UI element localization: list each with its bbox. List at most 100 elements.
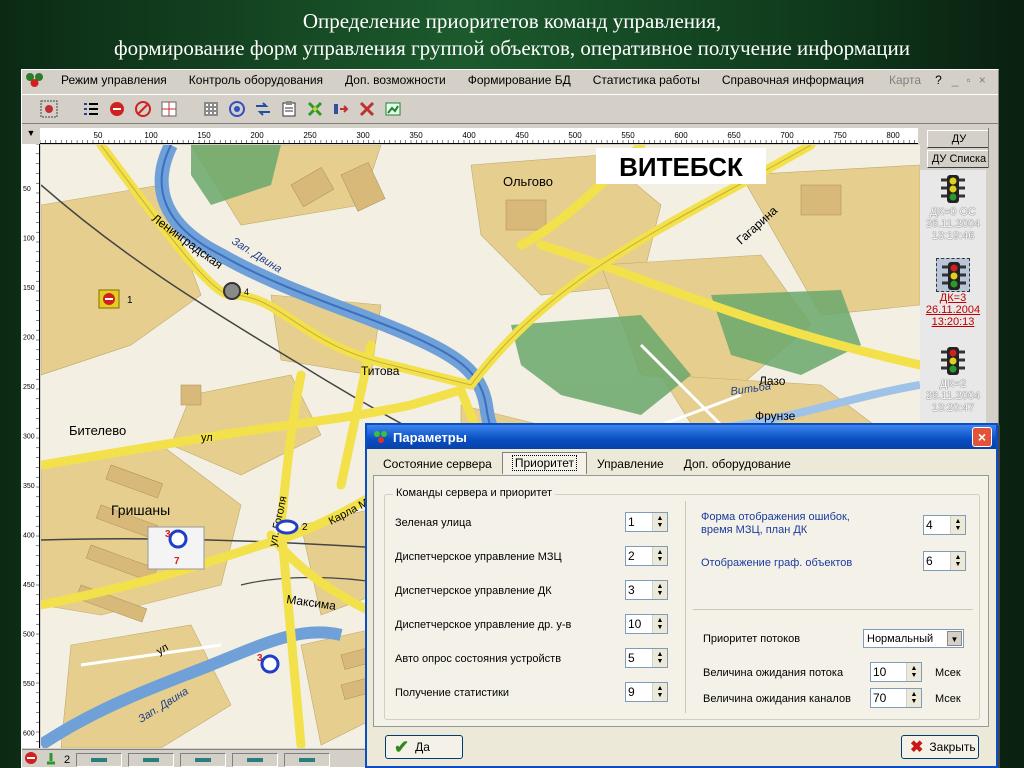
ok-button-label: Да xyxy=(415,740,430,754)
tab-server-state[interactable]: Состояние сервера xyxy=(373,453,502,475)
menubar: Режим управления Контроль оборудования Д… xyxy=(22,70,998,90)
close-button[interactable]: ✖ Закрыть xyxy=(901,735,979,759)
ruler-corner[interactable]: ▼ xyxy=(22,128,40,144)
traffic-light-icon xyxy=(936,258,970,292)
green-street-spinner[interactable]: 1 ▲ ▼ xyxy=(625,512,668,532)
tab-control[interactable]: Управление xyxy=(587,453,674,475)
menu-item-mode[interactable]: Режим управления xyxy=(50,73,178,87)
menu-item-map[interactable]: Карта xyxy=(881,72,929,88)
channel-wait-spinner[interactable]: 70 ▲ ▼ xyxy=(870,688,922,708)
du-list-button[interactable]: ДУ Списка xyxy=(927,150,991,168)
arrow-right-icon[interactable] xyxy=(330,98,352,120)
menu-item-db[interactable]: Формирование БД xyxy=(457,73,582,87)
status-pointer-icon[interactable] xyxy=(44,751,58,768)
spinner-arrows-icon[interactable]: ▲ ▼ xyxy=(652,683,667,701)
clipboard-icon[interactable] xyxy=(278,98,300,120)
spinner-arrows-icon[interactable]: ▲ ▼ xyxy=(652,615,667,633)
list-icon[interactable] xyxy=(80,98,102,120)
menu-item-reference[interactable]: Справочная информация xyxy=(711,73,875,87)
ruler-left: 50 100 150 200 250 300 350 400 450 500 550 600 xyxy=(22,144,40,748)
spinner-arrows-icon[interactable]: ▲ ▼ xyxy=(906,689,921,707)
grid-icon[interactable] xyxy=(158,98,180,120)
spinner-arrows-icon[interactable]: ▲ ▼ xyxy=(652,513,667,531)
flow-wait-spinner[interactable]: 10 ▲ ▼ xyxy=(870,662,922,682)
map-label-frunze: Фрунзе xyxy=(755,409,796,423)
ruler-top-label: 450 xyxy=(515,131,529,140)
ruler-top-label: 400 xyxy=(462,131,476,140)
close-icon[interactable]: × xyxy=(975,73,990,87)
flow-priority-select[interactable]: Нормальный ▼ xyxy=(863,629,964,648)
auto-poll-spinner[interactable]: 5 ▲ ▼ xyxy=(625,648,668,668)
dk-item-2-line2: 26.11.2004 xyxy=(925,304,981,316)
status-cell-1[interactable] xyxy=(76,752,123,767)
mzc-dispatch-spinner[interactable]: 2 ▲ ▼ xyxy=(625,546,668,566)
arrows-icon[interactable] xyxy=(252,98,274,120)
ruler-top-label: 300 xyxy=(356,131,370,140)
du-button[interactable]: ДУ xyxy=(927,130,991,148)
dialog-close-icon[interactable]: × xyxy=(972,427,992,447)
tab-extra-equipment-label: Доп. оборудование xyxy=(683,457,791,471)
menu-item-statistics[interactable]: Статистика работы xyxy=(582,73,711,87)
app-logo-icon xyxy=(24,71,46,89)
tab-priority[interactable]: Приоритет xyxy=(501,452,588,474)
right-panel-scrollbar[interactable] xyxy=(988,128,998,168)
ok-button[interactable]: ✔ Да xyxy=(385,735,463,759)
graph-objects-label: Отображение граф. объектов xyxy=(701,557,853,569)
dk-item-1[interactable]: ДК=0 ОС 26.11.2004 13:19:46 xyxy=(920,172,986,256)
status-cell-5[interactable] xyxy=(284,752,331,767)
map-object-4-label: 4 xyxy=(244,287,249,297)
dialog-titlebar[interactable]: Параметры xyxy=(367,425,996,449)
spinner-arrows-icon[interactable]: ▲ ▼ xyxy=(652,649,667,667)
spinner-arrows-icon[interactable]: ▲ ▼ xyxy=(906,663,921,681)
status-cell-3[interactable] xyxy=(180,752,227,767)
minimize-icon[interactable]: _ xyxy=(948,73,963,87)
dots-icon[interactable] xyxy=(200,98,222,120)
error-form-label-line2: время МЗЦ, план ДК xyxy=(701,524,808,536)
ruler-top-label: 700 xyxy=(780,131,794,140)
statistics-label: Получение статистики xyxy=(395,687,510,699)
menu-item-equipment[interactable]: Контроль оборудования xyxy=(178,73,334,87)
spinner-arrows-icon[interactable]: ▲ ▼ xyxy=(652,547,667,565)
dk-item-2-line3: 13:20:13 xyxy=(931,316,975,328)
ruler-left-label: 400 xyxy=(23,533,35,540)
spinner-arrows-icon[interactable]: ▲ ▼ xyxy=(652,581,667,599)
spinner-arrows-icon[interactable]: ▲ ▼ xyxy=(950,552,965,570)
map-object-7[interactable]: 3 7 xyxy=(147,526,205,570)
status-cell-2[interactable] xyxy=(128,752,175,767)
ruler-left-label: 450 xyxy=(23,582,35,589)
map-object-2-oval[interactable]: 2 xyxy=(275,519,308,535)
map-object-unlabeled[interactable]: 3 xyxy=(257,653,280,674)
menu-item-extras[interactable]: Доп. возможности xyxy=(334,73,457,87)
graph-objects-spinner[interactable]: 6 ▲ ▼ xyxy=(923,551,966,571)
dk-dispatch-spinner[interactable]: 3 ▲ ▼ xyxy=(625,580,668,600)
tab-priority-label: Приоритет xyxy=(511,455,578,471)
map-object-7-label: 7 xyxy=(174,556,180,567)
chart-icon[interactable] xyxy=(382,98,404,120)
select-objects-icon[interactable] xyxy=(38,98,60,120)
cross-green-icon[interactable] xyxy=(304,98,326,120)
prohibit-icon[interactable] xyxy=(132,98,154,120)
restore-icon[interactable]: ▫ xyxy=(962,73,974,87)
toolbar xyxy=(22,94,998,124)
dialog-title: Параметры xyxy=(393,429,467,445)
stop-red-icon[interactable] xyxy=(106,98,128,120)
other-dispatch-spinner[interactable]: 10 ▲ ▼ xyxy=(625,614,668,634)
cross-red-icon[interactable] xyxy=(356,98,378,120)
status-cell-4[interactable] xyxy=(232,752,279,767)
target-icon[interactable] xyxy=(226,98,248,120)
auto-poll-value: 5 xyxy=(628,651,635,665)
spinner-arrows-icon[interactable]: ▲ ▼ xyxy=(950,516,965,534)
status-stop-icon[interactable] xyxy=(24,751,38,768)
ruler-left-label: 500 xyxy=(23,632,35,639)
dk-item-2[interactable]: ДК=3 26.11.2004 13:20:13 xyxy=(920,258,986,342)
statistics-spinner[interactable]: 9 ▲ ▼ xyxy=(625,682,668,702)
menu-item-help[interactable]: ? xyxy=(929,73,948,87)
dk-dispatch-value: 3 xyxy=(628,583,635,597)
error-form-spinner[interactable]: 4 ▲ ▼ xyxy=(923,515,966,535)
map-object-4[interactable]: 4 xyxy=(223,282,249,300)
group-divider-horizontal xyxy=(693,609,973,610)
dk-item-3[interactable]: ДК=2 26.11.2004 13:20:47 xyxy=(920,344,986,428)
ruler-left-label: 350 xyxy=(23,483,35,490)
chevron-down-icon[interactable]: ▼ xyxy=(947,631,962,646)
tab-extra-equipment[interactable]: Доп. оборудование xyxy=(674,453,801,475)
